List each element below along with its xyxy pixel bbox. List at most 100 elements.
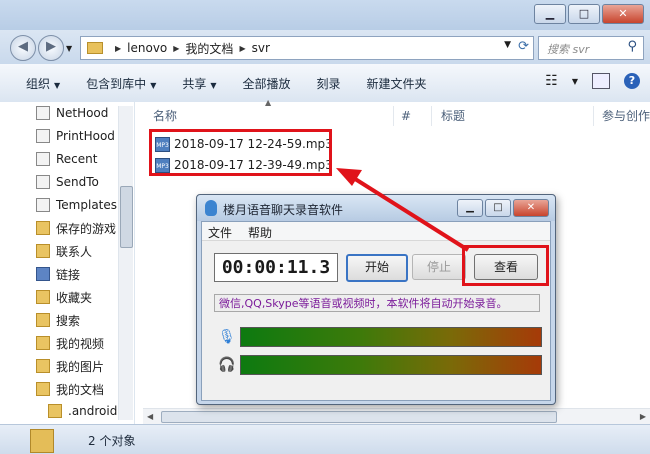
address-bar[interactable]: ▶ lenovo ▶ 我的文档 ▶ svr ▼ ⟳ — [80, 36, 534, 60]
chevron-down-icon: ▼ — [210, 80, 217, 90]
play-all-button[interactable]: 全部播放 — [243, 75, 291, 92]
nav-item-printhood[interactable]: PrintHood — [36, 126, 115, 146]
breadcrumb-item-lenovo[interactable]: lenovo — [127, 41, 167, 55]
nav-item-links[interactable]: 链接 — [36, 264, 80, 284]
search-icon[interactable]: ⚲ — [627, 39, 637, 54]
recorder-menubar: 文件 帮助 — [202, 222, 550, 241]
recorder-minimize-button[interactable]: ▁ — [457, 199, 483, 217]
search-placeholder: 搜索 svr — [547, 43, 590, 56]
shortcut-folder-icon — [36, 198, 50, 212]
nav-item-templates[interactable]: Templates — [36, 195, 117, 215]
breadcrumb-item-documents[interactable]: 我的文档 — [185, 40, 233, 57]
shortcut-folder-icon — [36, 129, 50, 143]
include-in-library-button[interactable]: 包含到库中 ▼ — [86, 75, 156, 92]
maximize-button[interactable]: □ — [568, 4, 600, 24]
nav-item-videos[interactable]: 我的视频 — [36, 333, 104, 353]
minimize-button[interactable]: ▁ — [534, 4, 566, 24]
nav-item-saved-games[interactable]: 保存的游戏 — [36, 218, 116, 238]
back-button[interactable]: ◀ — [10, 35, 36, 61]
start-button[interactable]: 开始 — [346, 254, 408, 282]
nav-pane-scrollbar[interactable] — [118, 106, 133, 420]
explorer-titlebar: ▁ □ ✕ — [0, 0, 650, 30]
recent-pages-chevron-icon[interactable]: ▼ — [66, 44, 72, 53]
folder-icon — [87, 42, 103, 54]
annotation-box-view-button — [462, 245, 549, 286]
folder-icon — [48, 404, 62, 418]
toolbar-right: ☷ ▼ ? — [545, 73, 640, 89]
saved-games-icon — [36, 221, 50, 235]
nav-item-favorites[interactable]: 收藏夹 — [36, 287, 92, 307]
documents-folder-icon — [36, 382, 50, 396]
pictures-folder-icon — [36, 359, 50, 373]
view-chevron-icon[interactable]: ▼ — [572, 77, 578, 86]
nav-item-recent[interactable]: Recent — [36, 149, 97, 169]
view-options-icon[interactable]: ☷ — [545, 73, 558, 89]
breadcrumb-separator-icon: ▶ — [239, 43, 246, 53]
window-controls: ▁ □ ✕ — [534, 4, 644, 24]
scroll-right-icon[interactable]: ▶ — [640, 409, 646, 425]
elapsed-timer: 00:00:11.3 — [214, 253, 338, 282]
recorder-titlebar: 楼月语音聊天录音软件 ▁ □ ✕ — [197, 195, 555, 221]
recorder-window: 楼月语音聊天录音软件 ▁ □ ✕ 文件 帮助 00:00:11.3 开始 停止 … — [196, 194, 556, 405]
chevron-down-icon: ▼ — [150, 80, 157, 90]
menu-help[interactable]: 帮助 — [248, 224, 272, 241]
chevron-down-icon: ▼ — [54, 80, 61, 90]
burn-button[interactable]: 刻录 — [317, 75, 341, 92]
shortcut-folder-icon — [36, 152, 50, 166]
breadcrumb-separator-icon: ▶ — [115, 43, 122, 53]
recorder-window-controls: ▁ □ ✕ — [457, 199, 549, 217]
recorder-maximize-button[interactable]: □ — [485, 199, 511, 217]
column-separator — [393, 106, 394, 126]
recorder-title: 楼月语音聊天录音软件 — [223, 203, 344, 217]
status-bar: 2 个对象 — [0, 424, 650, 454]
menu-file[interactable]: 文件 — [208, 224, 232, 241]
nav-item-documents[interactable]: 我的文档 — [36, 379, 104, 399]
videos-folder-icon — [36, 336, 50, 350]
breadcrumb-separator-icon: ▶ — [173, 43, 180, 53]
speaker-level-row: 🎧 — [216, 355, 542, 375]
column-header-name[interactable]: 名称 — [153, 106, 177, 126]
column-separator — [431, 106, 432, 126]
breadcrumb: ▶ lenovo ▶ 我的文档 ▶ svr — [109, 40, 270, 57]
nav-item-searches[interactable]: 搜索 — [36, 310, 80, 330]
stop-button[interactable]: 停止 — [412, 254, 466, 280]
column-header-number[interactable]: # — [401, 106, 411, 126]
breadcrumb-item-svr[interactable]: svr — [252, 41, 270, 55]
navigation-pane: NetHood PrintHood Recent SendTo Template… — [0, 102, 135, 424]
preview-pane-icon[interactable] — [592, 73, 610, 89]
organize-button[interactable]: 组织 ▼ — [26, 75, 60, 92]
nav-item-sendto[interactable]: SendTo — [36, 172, 99, 192]
column-header-title[interactable]: 标题 — [441, 106, 465, 126]
annotation-box-files — [149, 129, 332, 176]
shortcut-folder-icon — [36, 106, 50, 120]
nav-item-nethood[interactable]: NetHood — [36, 103, 108, 123]
shortcut-folder-icon — [36, 175, 50, 189]
microphone-level-meter — [240, 327, 542, 347]
horizontal-scrollbar[interactable]: ◀ ▶ — [143, 408, 650, 425]
nav-item-android[interactable]: .android — [48, 401, 117, 421]
search-box[interactable]: 搜索 svr ⚲ — [538, 36, 644, 60]
searches-icon — [36, 313, 50, 327]
folder-icon — [30, 429, 54, 453]
sort-ascending-icon: ▲ — [265, 98, 272, 107]
address-dropdown-icon[interactable]: ▼ — [504, 40, 511, 50]
back-arrow-icon: ◀ — [18, 39, 28, 54]
refresh-icon[interactable]: ⟳ — [518, 39, 529, 54]
close-button[interactable]: ✕ — [602, 4, 644, 24]
horizontal-scroll-thumb[interactable] — [161, 411, 557, 423]
forward-button[interactable]: ▶ — [38, 35, 64, 61]
scroll-left-icon[interactable]: ◀ — [147, 409, 153, 425]
recorder-close-button[interactable]: ✕ — [513, 199, 549, 217]
microphone-icon: 🎙 — [218, 329, 236, 345]
share-button[interactable]: 共享 ▼ — [182, 75, 216, 92]
nav-pane-scroll-thumb[interactable] — [120, 186, 133, 248]
help-icon[interactable]: ? — [624, 73, 640, 89]
column-header-artists[interactable]: 参与创作 — [602, 106, 650, 126]
speaker-level-meter — [240, 355, 542, 375]
nav-item-pictures[interactable]: 我的图片 — [36, 356, 104, 376]
nav-item-contacts[interactable]: 联系人 — [36, 241, 92, 261]
favorites-star-icon — [36, 290, 50, 304]
item-count: 2 个对象 — [88, 434, 136, 448]
headphones-icon: 🎧 — [218, 357, 236, 373]
new-folder-button[interactable]: 新建文件夹 — [367, 75, 427, 92]
